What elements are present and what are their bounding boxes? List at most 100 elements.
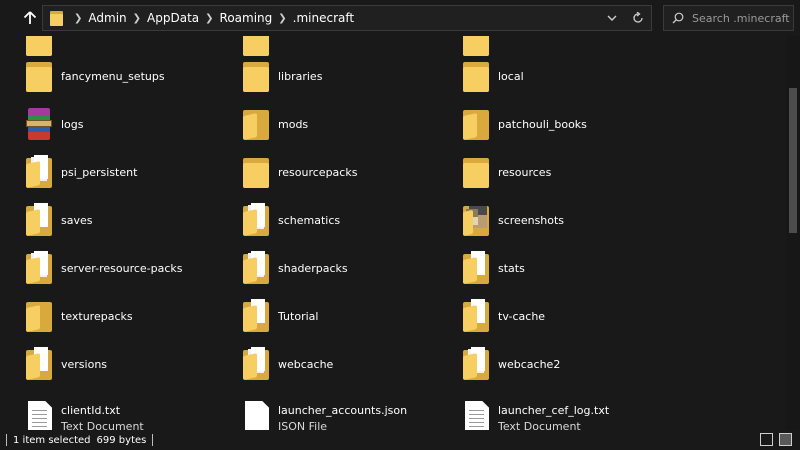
chevron-right-icon[interactable]: ❯ bbox=[272, 13, 292, 24]
item-name: webcache2 bbox=[498, 357, 561, 371]
status-divider bbox=[152, 434, 154, 446]
folder-icon bbox=[459, 296, 493, 336]
folder-icon bbox=[239, 344, 273, 384]
item-name: saves bbox=[61, 213, 93, 227]
list-item[interactable]: schematics bbox=[239, 196, 340, 244]
address-toolbar: ❯ Admin ❯ AppData ❯ Roaming ❯ .minecraft… bbox=[0, 0, 800, 36]
scrollbar-thumb[interactable] bbox=[789, 88, 797, 233]
list-item[interactable]: texturepacks bbox=[22, 292, 133, 340]
item-name: launcher_cef_log.txt bbox=[498, 403, 610, 417]
folder-icon bbox=[459, 56, 493, 96]
folder-icon bbox=[239, 296, 273, 336]
chevron-right-icon[interactable]: ❯ bbox=[127, 13, 147, 24]
folder-icon bbox=[22, 296, 56, 336]
selection-count: 1 item selected bbox=[13, 434, 91, 446]
folder-icon bbox=[239, 248, 273, 288]
list-item[interactable]: launcher_accounts.json JSON File bbox=[239, 394, 407, 430]
status-divider bbox=[6, 434, 7, 446]
item-name: shaderpacks bbox=[278, 261, 348, 275]
list-item[interactable]: launcher_cef_log.txt Text Document bbox=[459, 394, 609, 430]
item-type: Text Document bbox=[498, 419, 581, 431]
file-list: fancymenu_setups libraries local logs mo… bbox=[0, 36, 786, 430]
list-item[interactable]: mods bbox=[239, 100, 308, 148]
list-item[interactable]: patchouli_books bbox=[459, 100, 587, 148]
vertical-scrollbar[interactable] bbox=[786, 36, 800, 430]
list-item[interactable]: psi_persistent bbox=[22, 148, 137, 196]
chevron-right-icon[interactable]: ❯ bbox=[199, 13, 219, 24]
item-name: mods bbox=[278, 117, 309, 131]
item-name: logs bbox=[61, 117, 84, 131]
item-name: launcher_accounts.json bbox=[278, 403, 408, 417]
breadcrumb-admin[interactable]: Admin bbox=[88, 11, 126, 25]
item-name: screenshots bbox=[498, 213, 565, 227]
item-name: psi_persistent bbox=[61, 165, 138, 179]
chevron-down-icon[interactable] bbox=[599, 6, 625, 30]
list-item[interactable]: webcache bbox=[239, 340, 333, 388]
list-item[interactable]: shaderpacks bbox=[239, 244, 348, 292]
json-file-icon bbox=[239, 398, 273, 430]
status-bar: 1 item selected 699 bytes bbox=[0, 430, 800, 450]
item-type: JSON File bbox=[278, 419, 328, 431]
folder-icon bbox=[22, 56, 56, 96]
item-name: webcache bbox=[278, 357, 334, 371]
list-item[interactable]: local bbox=[459, 52, 524, 100]
list-item[interactable]: versions bbox=[22, 340, 107, 388]
list-item[interactable]: Tutorial bbox=[239, 292, 318, 340]
text-document-icon bbox=[22, 398, 56, 430]
breadcrumb-appdata[interactable]: AppData bbox=[147, 11, 199, 25]
list-item[interactable]: resourcepacks bbox=[239, 148, 357, 196]
list-item[interactable]: libraries bbox=[239, 52, 322, 100]
folder-icon bbox=[459, 104, 493, 144]
item-name: patchouli_books bbox=[498, 117, 587, 131]
list-item[interactable]: tv-cache bbox=[459, 292, 545, 340]
list-item[interactable]: clientId.txt Text Document bbox=[22, 394, 144, 430]
list-item[interactable]: server-resource-packs bbox=[22, 244, 183, 292]
item-name: resources bbox=[498, 165, 552, 179]
refresh-icon[interactable] bbox=[625, 6, 651, 30]
up-arrow-icon[interactable] bbox=[20, 8, 40, 28]
list-item[interactable]: resources bbox=[459, 148, 551, 196]
item-name: libraries bbox=[278, 69, 323, 83]
item-name: local bbox=[498, 69, 524, 83]
item-name: server-resource-packs bbox=[61, 261, 183, 275]
item-name: resourcepacks bbox=[278, 165, 358, 179]
folder-icon bbox=[239, 56, 273, 96]
chevron-right-icon: ❯ bbox=[74, 12, 83, 24]
folder-icon bbox=[459, 248, 493, 288]
winrar-archive-icon bbox=[22, 104, 56, 144]
item-name: Tutorial bbox=[278, 309, 319, 323]
folder-icon bbox=[459, 152, 493, 192]
details-view-icon[interactable] bbox=[760, 433, 773, 446]
list-item[interactable]: fancymenu_setups bbox=[22, 52, 165, 100]
breadcrumb-roaming[interactable]: Roaming bbox=[220, 11, 273, 25]
selection-size: 699 bytes bbox=[96, 434, 147, 446]
folder-with-images-icon bbox=[459, 200, 493, 240]
search-icon bbox=[672, 9, 684, 28]
item-name: texturepacks bbox=[61, 309, 133, 323]
text-document-icon bbox=[459, 398, 493, 430]
list-item[interactable]: stats bbox=[459, 244, 525, 292]
item-name: fancymenu_setups bbox=[61, 69, 165, 83]
item-name: tv-cache bbox=[498, 309, 546, 323]
search-input[interactable]: Search .minecraft bbox=[663, 5, 794, 31]
address-bar[interactable]: ❯ Admin ❯ AppData ❯ Roaming ❯ .minecraft bbox=[42, 5, 652, 31]
folder-icon bbox=[459, 344, 493, 384]
folder-icon bbox=[239, 152, 273, 192]
list-item[interactable]: webcache2 bbox=[459, 340, 560, 388]
folder-icon bbox=[239, 200, 273, 240]
item-type: Text Document bbox=[61, 419, 144, 431]
folder-icon bbox=[22, 200, 56, 240]
large-icons-view-icon[interactable] bbox=[779, 433, 792, 446]
folder-icon bbox=[22, 248, 56, 288]
folder-icon bbox=[22, 152, 56, 192]
breadcrumb-minecraft[interactable]: .minecraft bbox=[293, 11, 354, 25]
item-name: versions bbox=[61, 357, 108, 371]
folder-icon bbox=[46, 5, 68, 31]
list-item[interactable]: screenshots bbox=[459, 196, 564, 244]
list-item[interactable]: saves bbox=[22, 196, 92, 244]
folder-icon bbox=[239, 104, 273, 144]
item-name: schematics bbox=[278, 213, 341, 227]
item-name: stats bbox=[498, 261, 525, 275]
list-item[interactable]: logs bbox=[22, 100, 84, 148]
item-name: clientId.txt bbox=[61, 403, 121, 417]
